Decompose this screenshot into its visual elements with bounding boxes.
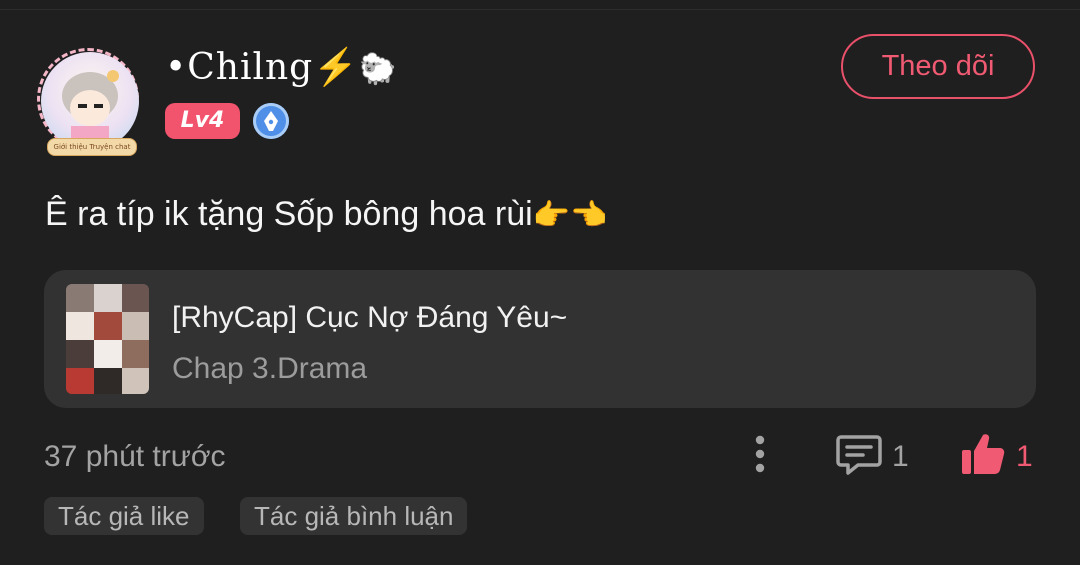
- pointing-hands-emoji: 👉👈: [532, 199, 608, 232]
- story-title: [RhyCap] Cục Nợ Đáng Yêu~: [172, 301, 568, 334]
- comment-text: Ê ra típ ik tặng Sốp bông hoa rùi👉👈: [45, 190, 607, 240]
- avatar-image: [41, 52, 139, 150]
- like-count: 1: [1016, 440, 1033, 473]
- avatar-frame-banner: Giới thiệu Truyện chat: [47, 138, 137, 156]
- timestamp: 37 phút trước: [44, 440, 226, 473]
- comment-body: Ê ra típ ik tặng Sốp bông hoa rùi: [45, 195, 533, 233]
- level-badge: Lv4: [165, 103, 240, 139]
- author-commented-tag: Tác giả bình luận: [240, 497, 468, 535]
- username-text: •Chilng: [165, 47, 314, 88]
- sheep-emoji: 🐑: [359, 52, 398, 87]
- more-options-icon[interactable]: [748, 433, 772, 475]
- story-chapter: Chap 3.Drama: [172, 352, 368, 385]
- lightning-emoji: ⚡: [313, 47, 360, 88]
- comment-count: 1: [892, 440, 909, 473]
- author-liked-tag: Tác giả like: [44, 497, 204, 535]
- thumbs-up-icon[interactable]: [960, 431, 1006, 477]
- linked-story-card[interactable]: [RhyCap] Cục Nợ Đáng Yêu~ Chap 3.Drama: [44, 270, 1036, 408]
- user-avatar[interactable]: Giới thiệu Truyện chat: [33, 42, 148, 160]
- follow-button[interactable]: Theo dõi: [841, 34, 1035, 99]
- top-divider: [0, 9, 1080, 10]
- story-thumbnail: [66, 284, 149, 394]
- username[interactable]: •Chilng⚡🐑: [165, 44, 397, 94]
- comment-icon[interactable]: [836, 433, 882, 477]
- pen-nib-icon: [253, 103, 289, 139]
